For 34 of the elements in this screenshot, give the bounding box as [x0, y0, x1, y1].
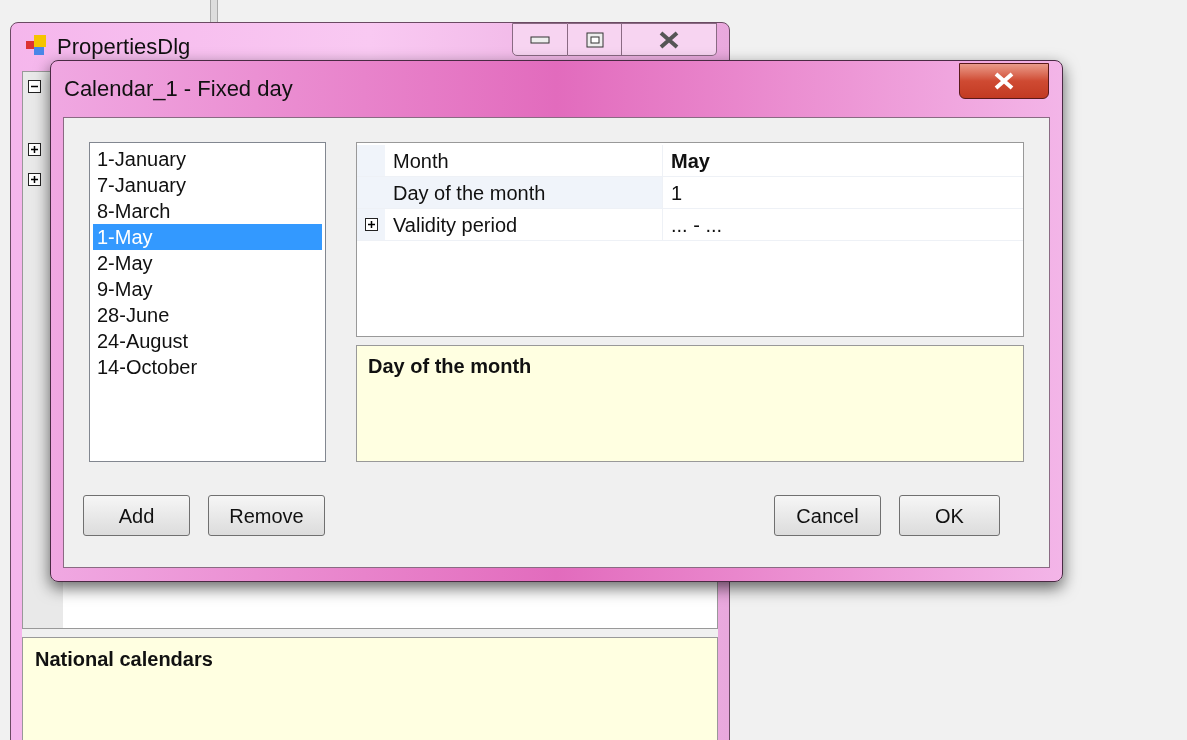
dialog-button[interactable]: Cancel	[774, 495, 881, 536]
expand-icon[interactable]	[28, 173, 41, 186]
minimize-icon	[530, 35, 550, 44]
expand-icon[interactable]	[28, 143, 41, 156]
close-icon	[993, 72, 1015, 90]
close-button[interactable]	[959, 63, 1049, 99]
dialog-button[interactable]: OK	[899, 495, 1000, 536]
property-value[interactable]: 1	[663, 177, 1023, 208]
description-title: National calendars	[35, 648, 213, 670]
property-value[interactable]: ... - ...	[663, 209, 1023, 240]
property-value[interactable]: May	[663, 145, 1023, 176]
description-title: Day of the month	[368, 355, 532, 377]
list-item[interactable]: 9-May	[93, 276, 322, 302]
list-item[interactable]: 2-May	[93, 250, 322, 276]
expand-icon[interactable]	[364, 218, 378, 231]
app-icon	[25, 33, 49, 57]
maximize-button[interactable]	[568, 23, 622, 56]
dialog-button[interactable]: Add	[83, 495, 190, 536]
close-button[interactable]	[622, 23, 717, 56]
window-title: PropertiesDlg	[57, 33, 191, 61]
list-item[interactable]: 14-October	[93, 354, 322, 380]
list-item[interactable]: 1-January	[93, 146, 322, 172]
collapse-icon[interactable]	[28, 80, 41, 93]
window-edge	[210, 0, 218, 22]
maximize-icon	[585, 31, 604, 48]
list-item[interactable]: 8-March	[93, 198, 322, 224]
minimize-button[interactable]	[512, 23, 568, 56]
list-item[interactable]: 7-January	[93, 172, 322, 198]
close-icon	[658, 30, 680, 49]
list-item[interactable]: 24-August	[93, 328, 322, 354]
property-label[interactable]: Day of the month	[385, 177, 663, 208]
dialog-button[interactable]: Remove	[208, 495, 325, 536]
dialog-title: Calendar_1 - Fixed day	[64, 75, 293, 103]
list-item[interactable]: 28-June	[93, 302, 322, 328]
